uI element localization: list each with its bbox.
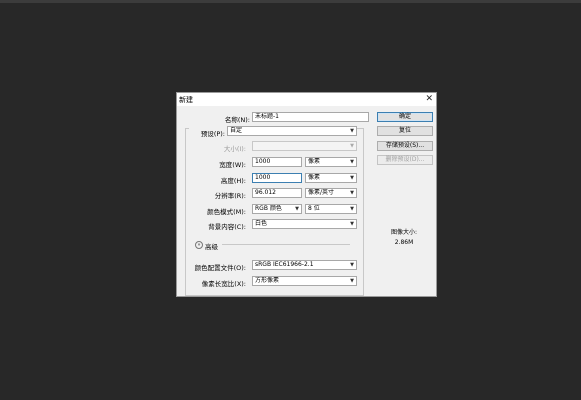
width-label: 宽度(W): (219, 161, 246, 169)
chevron-down-icon: ▼ (350, 262, 354, 268)
width-input[interactable]: 1000 (252, 157, 302, 167)
background-value: 白色 (255, 220, 268, 227)
new-document-dialog: 新建 ✕ 名称(N): 未标题-1 预设(P): 自定 ▼ 大小(I): ▼ 宽… (176, 92, 437, 297)
color-profile-value: sRGB IEC61966-2.1 (255, 261, 314, 268)
ok-button[interactable]: 确定 (377, 112, 433, 122)
bit-depth-select[interactable]: 8 位 ▼ (305, 204, 357, 214)
group-box-bottom (185, 295, 364, 296)
group-box-right (363, 128, 364, 295)
size-select[interactable]: ▼ (252, 141, 357, 151)
background-select[interactable]: 白色 ▼ (252, 219, 357, 229)
resolution-unit-select[interactable]: 像素/英寸 ▼ (305, 188, 357, 198)
chevron-down-icon: ▼ (350, 206, 354, 212)
color-mode-value: RGB 颜色 (255, 205, 282, 212)
group-box-left (185, 128, 186, 295)
height-input[interactable]: 1000 (252, 173, 302, 183)
pixel-aspect-select[interactable]: 方形像素 ▼ (252, 276, 357, 286)
preset-label: 预设(P): (200, 130, 225, 138)
preset-select[interactable]: 自定 ▼ (227, 126, 357, 136)
resolution-input[interactable]: 96.012 (252, 188, 302, 198)
name-input[interactable]: 未标题-1 (252, 112, 369, 122)
dialog-titlebar: 新建 ✕ (177, 93, 436, 106)
preset-value: 自定 (230, 127, 243, 134)
chevron-down-icon: ▼ (350, 159, 354, 165)
chevron-down-icon: ▼ (350, 190, 354, 196)
chevron-down-icon: ▼ (350, 221, 354, 227)
width-unit-value: 像素 (308, 158, 321, 165)
chevron-down-icon: ▼ (295, 206, 299, 212)
pixel-aspect-value: 方形像素 (255, 277, 280, 284)
close-button[interactable]: ✕ (425, 94, 433, 104)
chevron-down-icon: ▼ (350, 143, 354, 149)
height-unit-select[interactable]: 像素 ▼ (305, 173, 357, 183)
color-mode-label: 颜色模式(M): (207, 208, 246, 216)
width-unit-select[interactable]: 像素 ▼ (305, 157, 357, 167)
height-unit-value: 像素 (308, 174, 321, 181)
color-mode-select[interactable]: RGB 颜色 ▼ (252, 204, 302, 214)
chevron-down-icon: ▼ (350, 175, 354, 181)
advanced-label: 高级 (205, 243, 218, 251)
image-size-title: 图像大小: (390, 229, 418, 236)
bit-depth-value: 8 位 (308, 205, 320, 212)
chevron-down-icon: ▼ (350, 278, 354, 284)
image-size-value: 2.86M (394, 239, 414, 246)
chevron-down-icon: ▼ (350, 128, 354, 134)
name-label: 名称(N): (224, 116, 250, 124)
resolution-label: 分辨率(R): (214, 192, 246, 200)
size-label: 大小(I): (223, 145, 246, 153)
height-label: 高度(H): (220, 177, 246, 185)
color-profile-select[interactable]: sRGB IEC61966-2.1 ▼ (252, 260, 357, 270)
reset-button[interactable]: 复位 (377, 126, 433, 136)
background-label: 背景内容(C): (208, 223, 246, 231)
pixel-aspect-label: 像素长宽比(X): (201, 280, 246, 288)
resolution-unit-value: 像素/英寸 (308, 189, 335, 196)
advanced-divider (222, 244, 350, 245)
delete-preset-button[interactable]: 删除预设(D)... (377, 155, 433, 165)
advanced-toggle-button[interactable]: » (195, 241, 203, 249)
app-top-bar (0, 0, 581, 3)
save-preset-button[interactable]: 存储预设(S)... (377, 141, 433, 151)
dialog-title: 新建 (179, 96, 193, 104)
color-profile-label: 颜色配置文件(O): (194, 264, 246, 272)
